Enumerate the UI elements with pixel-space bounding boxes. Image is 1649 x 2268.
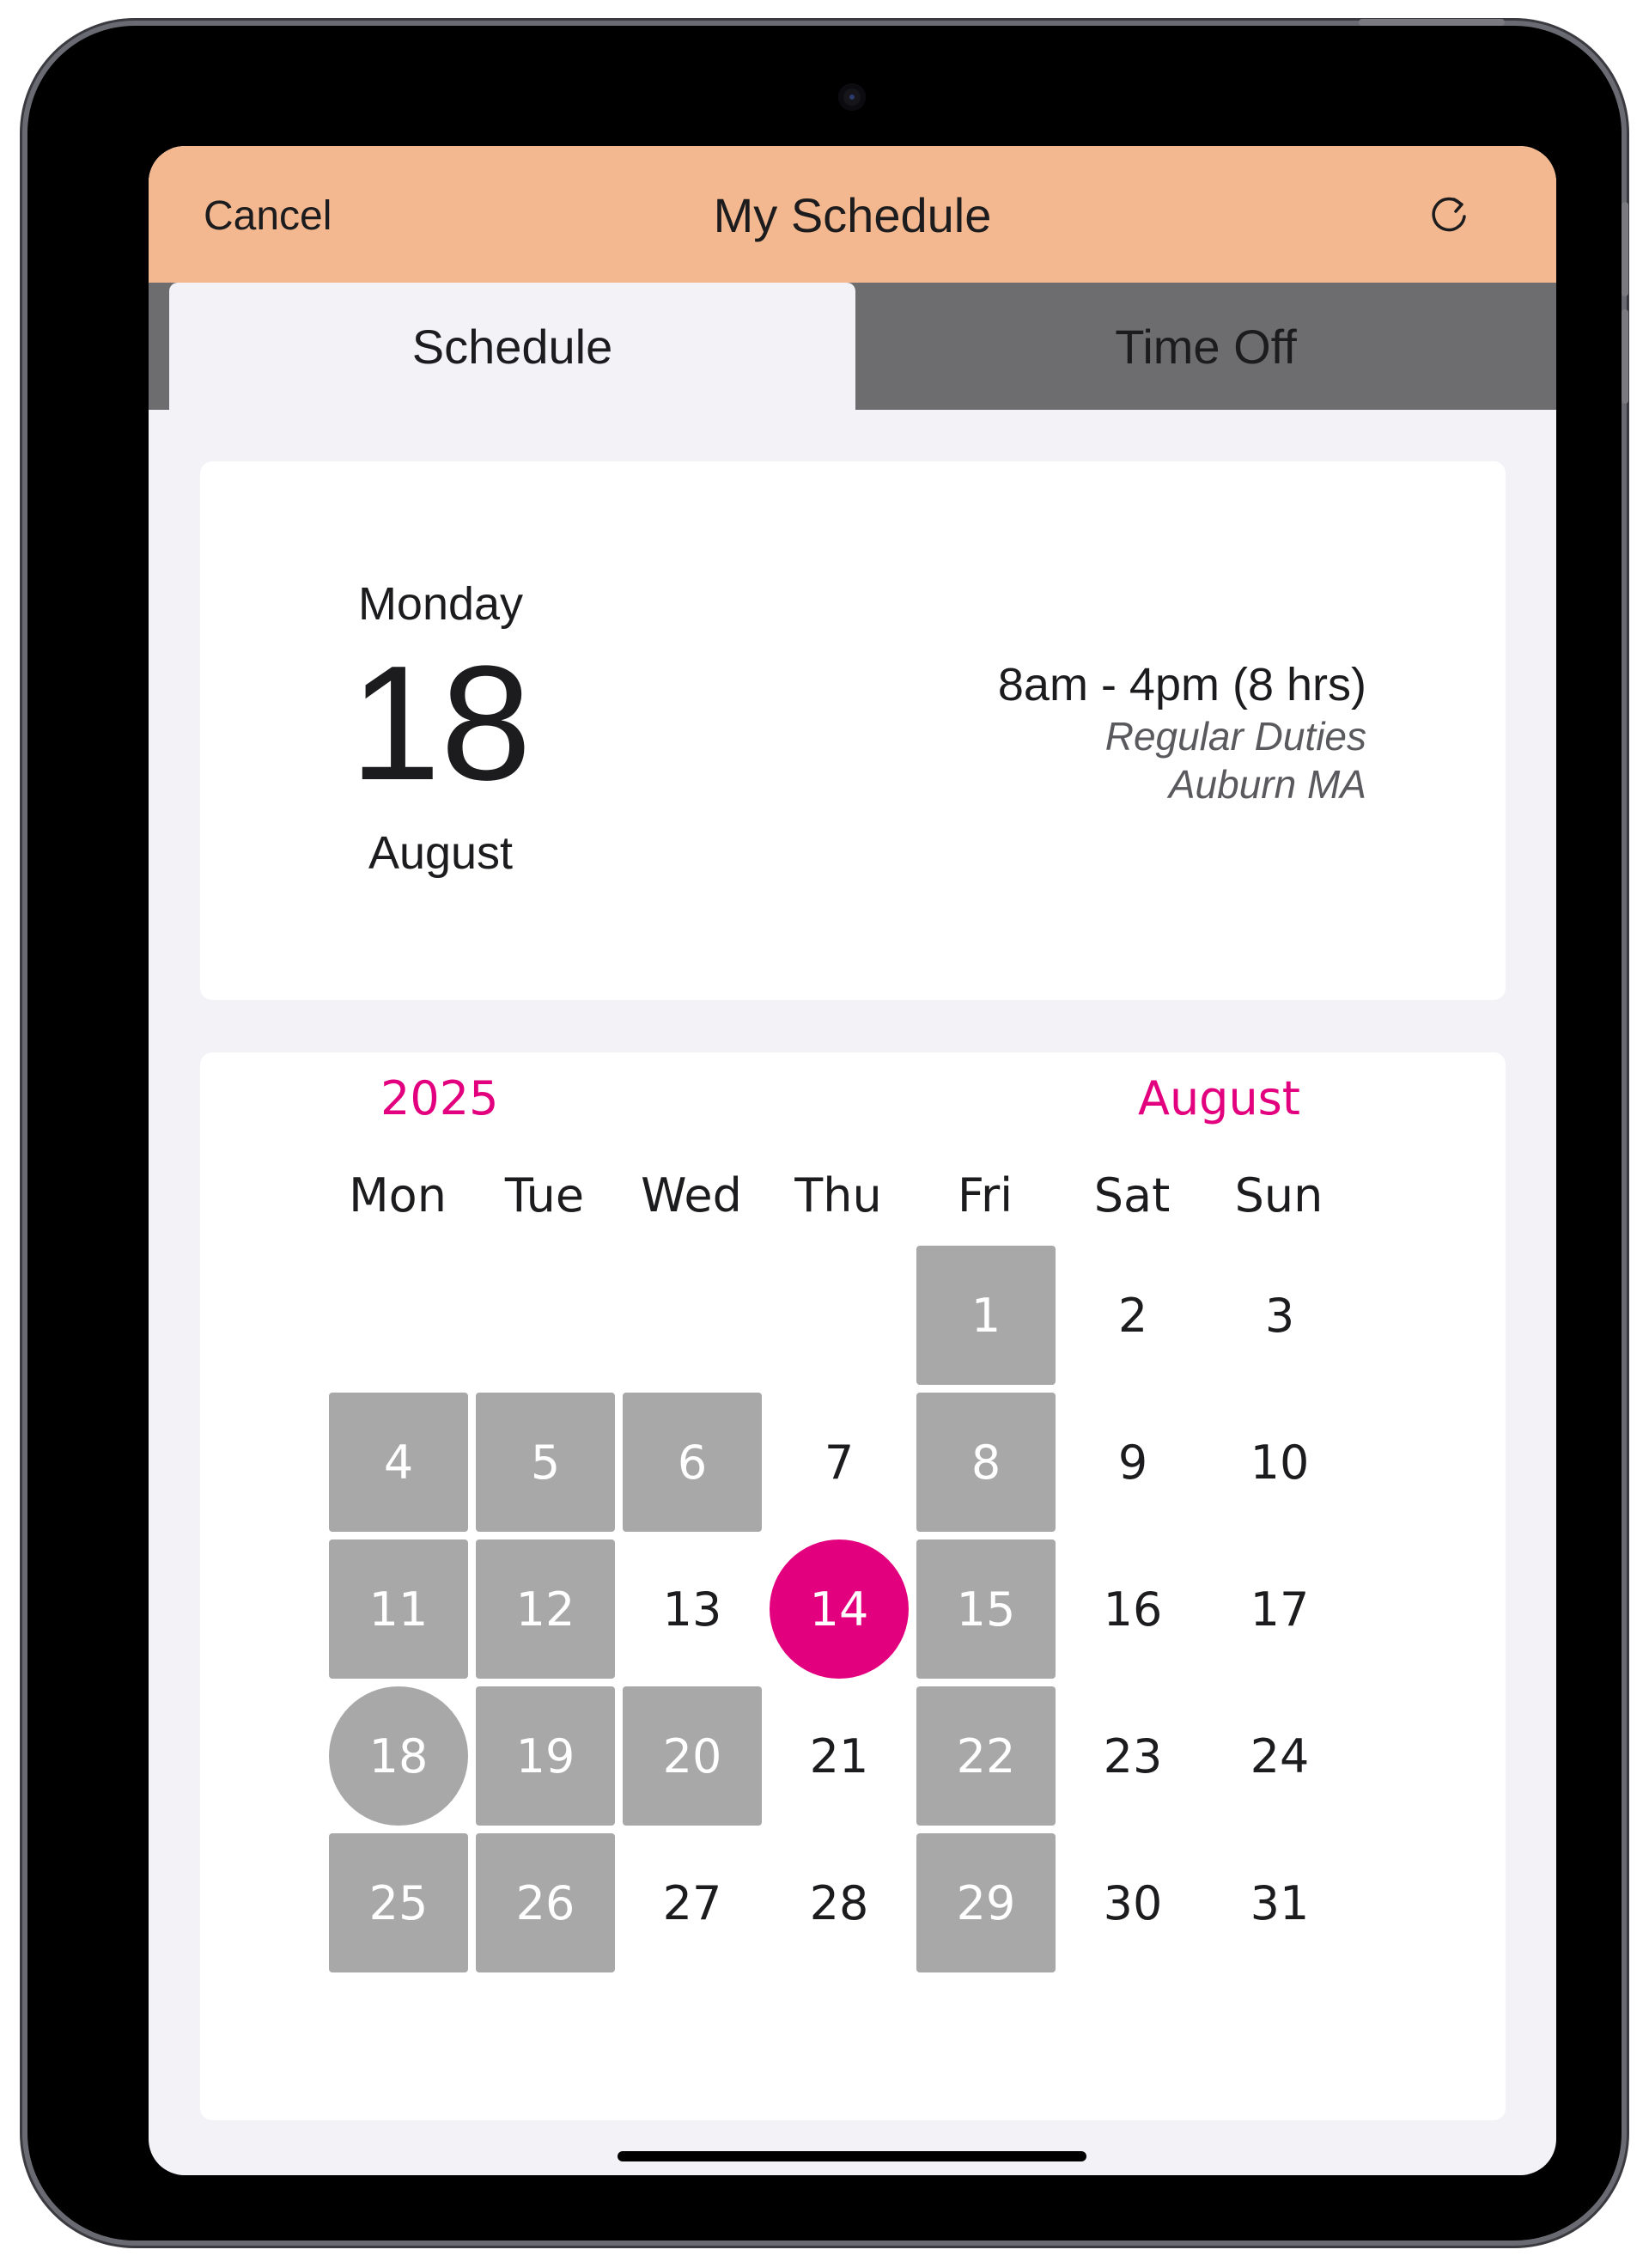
calendar-day-2[interactable]: 2 bbox=[1063, 1246, 1202, 1385]
segmented-tabs: Schedule Time Off bbox=[149, 283, 1556, 410]
calendar-day-3[interactable]: 3 bbox=[1210, 1246, 1349, 1385]
volume-down-button bbox=[1622, 309, 1628, 404]
calendar-day-12[interactable]: 12 bbox=[476, 1539, 615, 1679]
calendar-day-21[interactable]: 21 bbox=[770, 1686, 909, 1826]
calendar-day-18[interactable]: 18 bbox=[329, 1686, 468, 1826]
weekday-header-wed: Wed bbox=[641, 1168, 742, 1222]
calendar-day-25[interactable]: 25 bbox=[329, 1833, 468, 1972]
refresh-icon[interactable] bbox=[1423, 189, 1475, 241]
calendar-day-7[interactable]: 7 bbox=[770, 1393, 909, 1532]
calendar-day-17[interactable]: 17 bbox=[1210, 1539, 1349, 1679]
weekday-header-sun: Sun bbox=[1234, 1168, 1323, 1222]
weekday-header-thu: Thu bbox=[794, 1168, 882, 1222]
calendar-day-20[interactable]: 20 bbox=[623, 1686, 762, 1826]
weekday-header-sat: Sat bbox=[1093, 1168, 1171, 1222]
navigation-bar: Cancel My Schedule bbox=[149, 146, 1556, 283]
shift-location: Auburn MA bbox=[1168, 762, 1366, 807]
refresh-icon-glyph bbox=[1432, 197, 1466, 232]
calendar-day-5[interactable]: 5 bbox=[476, 1393, 615, 1532]
calendar-day-1[interactable]: 1 bbox=[916, 1246, 1056, 1385]
calendar-day-9[interactable]: 9 bbox=[1063, 1393, 1202, 1532]
calendar-day-26[interactable]: 26 bbox=[476, 1833, 615, 1972]
calendar-day-4[interactable]: 4 bbox=[329, 1393, 468, 1532]
calendar-day-29[interactable]: 29 bbox=[916, 1833, 1056, 1972]
tab-time-off[interactable]: Time Off bbox=[855, 283, 1556, 410]
calendar-day-14[interactable]: 14 bbox=[770, 1539, 909, 1679]
calendar-day-23[interactable]: 23 bbox=[1063, 1686, 1202, 1826]
calendar-card: 2025 August Mon Tue Wed Thu Fri Sat Sun … bbox=[200, 1052, 1506, 2120]
weekday-header-mon: Mon bbox=[349, 1168, 447, 1222]
page-title: My Schedule bbox=[713, 188, 992, 242]
calendar-year[interactable]: 2025 bbox=[380, 1071, 498, 1125]
calendar-day-30[interactable]: 30 bbox=[1063, 1833, 1202, 1972]
selected-weekday: Monday bbox=[357, 578, 524, 630]
calendar-day-27[interactable]: 27 bbox=[623, 1833, 762, 1972]
front-camera bbox=[838, 83, 866, 111]
calendar-day-11[interactable]: 11 bbox=[329, 1539, 468, 1679]
tab-schedule[interactable]: Schedule bbox=[169, 283, 855, 410]
shift-duty: Regular Duties bbox=[1104, 714, 1366, 759]
calendar-day-31[interactable]: 31 bbox=[1210, 1833, 1349, 1972]
volume-up-button bbox=[1622, 202, 1628, 296]
selected-day-card: Monday 18 August 8am - 4pm (8 hrs) Regul… bbox=[200, 461, 1506, 1000]
top-button bbox=[1359, 19, 1505, 26]
calendar-day-15[interactable]: 15 bbox=[916, 1539, 1056, 1679]
home-indicator bbox=[618, 2151, 1086, 2161]
selected-day-number: 18 bbox=[350, 632, 532, 814]
calendar-day-10[interactable]: 10 bbox=[1210, 1393, 1349, 1532]
app-screen: Cancel My Schedule Schedule Time Off Mon… bbox=[149, 146, 1556, 2175]
weekday-header-tue: Tue bbox=[504, 1168, 585, 1222]
calendar-day-24[interactable]: 24 bbox=[1210, 1686, 1349, 1826]
tablet-frame: Cancel My Schedule Schedule Time Off Mon… bbox=[27, 19, 1628, 2241]
shift-time: 8am - 4pm (8 hrs) bbox=[997, 659, 1366, 710]
calendar-day-22[interactable]: 22 bbox=[916, 1686, 1056, 1826]
calendar-month[interactable]: August bbox=[1138, 1071, 1300, 1125]
calendar-day-16[interactable]: 16 bbox=[1063, 1539, 1202, 1679]
selected-month: August bbox=[368, 827, 514, 879]
calendar-day-8[interactable]: 8 bbox=[916, 1393, 1056, 1532]
calendar-day-13[interactable]: 13 bbox=[623, 1539, 762, 1679]
calendar-day-28[interactable]: 28 bbox=[770, 1833, 909, 1972]
shift-details: 8am - 4pm (8 hrs) Regular Duties Auburn … bbox=[998, 657, 1366, 808]
calendar-day-6[interactable]: 6 bbox=[623, 1393, 762, 1532]
calendar-day-19[interactable]: 19 bbox=[476, 1686, 615, 1826]
weekday-header-fri: Fri bbox=[957, 1168, 1013, 1222]
